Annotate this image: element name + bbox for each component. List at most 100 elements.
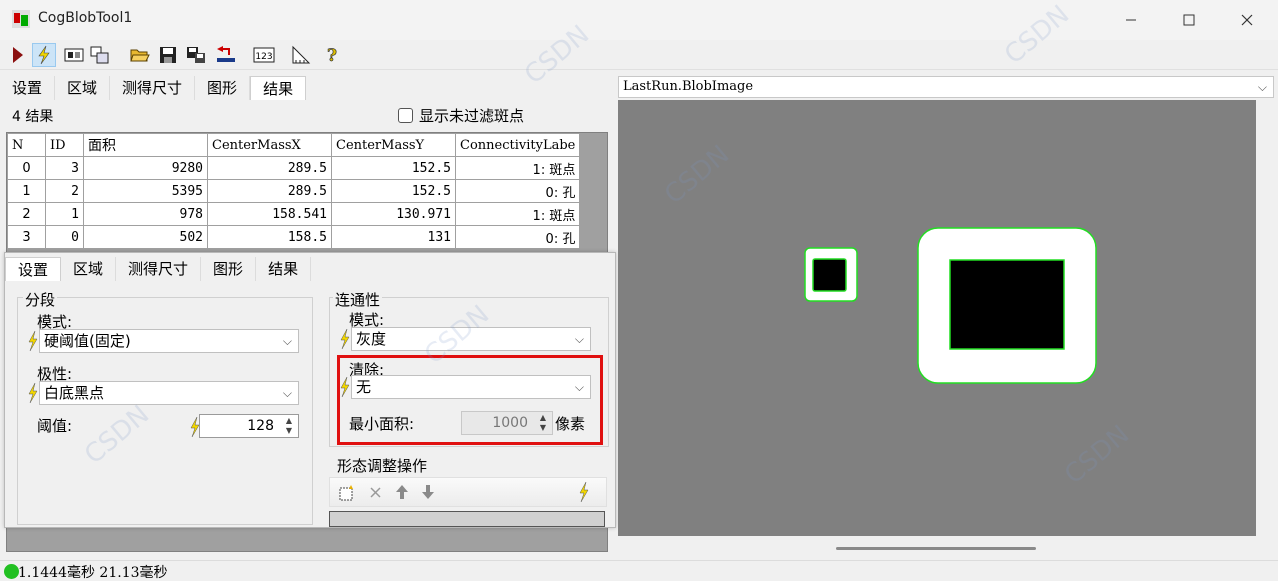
column-header[interactable]: ConnectivityLabe	[454, 133, 581, 157]
ruler-icon	[292, 45, 311, 64]
status-ok-icon	[4, 564, 19, 579]
checkbox-box[interactable]	[398, 108, 413, 123]
maximize-button[interactable]	[1160, 0, 1218, 40]
folder-open-icon	[130, 49, 150, 62]
close-icon	[1241, 14, 1253, 26]
table-cell: 0: 孔	[454, 179, 581, 203]
spin-arrows-icon[interactable]: ▲ ▼	[281, 416, 297, 436]
window-title: CogBlobTool1	[38, 10, 133, 26]
close-button[interactable]	[1218, 0, 1276, 40]
table-row[interactable]: 0 3 9280 289.5 152.5 1: 斑点	[7, 156, 581, 180]
chevron-down-icon: ⌵	[1257, 80, 1267, 94]
panel-tab-results[interactable]: 结果	[256, 257, 312, 281]
image-buffer-value: LastRun.BlobImage	[623, 79, 754, 94]
save-icon	[160, 47, 176, 63]
reset-button[interactable]	[214, 43, 238, 67]
tab-settings[interactable]: 设置	[0, 76, 56, 100]
panel-tab-measurements[interactable]: 测得尺寸	[116, 257, 202, 281]
app-icon	[12, 10, 30, 28]
help-icon: ?	[327, 46, 338, 65]
arrow-up-icon[interactable]	[394, 483, 410, 501]
table-body: 0 3 9280 289.5 152.5 1: 斑点 1 2 5395 289.5 152.5 0: …	[7, 156, 581, 249]
column-header[interactable]: CenterMassX	[207, 133, 332, 157]
table-cell: 978	[83, 202, 208, 226]
table-cell: 5395	[83, 179, 208, 203]
threshold-spinbox[interactable]: 128 ▲ ▼	[199, 414, 299, 438]
table-cell: 289.5	[207, 156, 332, 180]
table-cell: 9280	[83, 156, 208, 180]
arrow-down-icon[interactable]	[420, 483, 436, 501]
run-button[interactable]	[6, 43, 30, 67]
floating-window-button[interactable]	[88, 43, 112, 67]
lightning-icon	[28, 331, 38, 351]
table-cell: 158.5	[207, 225, 332, 249]
result-tabs: 设置 区域 测得尺寸 图形 结果	[0, 76, 307, 100]
measure-button[interactable]	[290, 43, 314, 67]
table-cell: 289.5	[207, 179, 332, 203]
table-cell: 0	[7, 156, 46, 180]
morphology-list[interactable]	[329, 511, 605, 527]
chevron-down-icon: ⌵	[282, 334, 292, 348]
tab-measurements[interactable]: 测得尺寸	[110, 76, 196, 100]
electric-mode-button[interactable]	[32, 43, 56, 67]
table-header-row: N ID 面积 CenterMassX CenterMassY Connecti…	[7, 133, 581, 157]
lightning-icon	[579, 482, 589, 502]
help-button[interactable]: ?	[320, 43, 344, 67]
display-icon	[64, 48, 84, 62]
minimize-icon	[1126, 19, 1136, 21]
panel-tab-region[interactable]: 区域	[61, 257, 117, 281]
settings-panel: 设置 区域 测得尺寸 图形 结果 分段 模式: 硬阈值(固定) ⌵ 极性: 白底…	[4, 252, 616, 528]
numeric-input-button[interactable]: 123	[252, 43, 276, 67]
tab-results[interactable]: 结果	[250, 76, 307, 100]
table-row[interactable]: 2 1 978 158.541 130.971 1: 斑点	[7, 202, 581, 226]
horizontal-scrollbar[interactable]	[618, 538, 1256, 560]
show-unfiltered-checkbox[interactable]: 显示未过滤斑点	[398, 105, 524, 126]
threshold-label: 阈值:	[37, 417, 73, 435]
svg-text:123: 123	[255, 52, 272, 62]
column-header[interactable]: 面积	[83, 133, 208, 157]
seg-mode-value: 硬阈值(固定)	[44, 332, 131, 350]
panel-tab-graphics[interactable]: 图形	[201, 257, 257, 281]
numeric-icon: 123	[253, 47, 275, 63]
open-button[interactable]	[128, 43, 152, 67]
results-table: N ID 面积 CenterMassX CenterMassY Connecti…	[7, 133, 581, 249]
add-operation-icon[interactable]	[338, 484, 356, 502]
panel-tab-settings[interactable]: 设置	[5, 257, 62, 281]
vertical-scrollbar[interactable]	[1256, 100, 1274, 536]
blob-large-hole	[949, 259, 1065, 350]
delete-icon[interactable]	[368, 484, 384, 502]
show-unfiltered-label: 显示未过滤斑点	[419, 107, 525, 125]
image-display[interactable]	[618, 100, 1256, 536]
table-cell: 1	[7, 179, 46, 203]
table-cell: 152.5	[331, 156, 456, 180]
image-display-button[interactable]	[62, 43, 86, 67]
segmentation-title: 分段	[23, 289, 58, 310]
polarity-value: 白底黑点	[44, 384, 105, 402]
status-text: 1.1444毫秒 21.13毫秒	[18, 565, 168, 581]
blob-image	[804, 227, 1097, 384]
minimize-button[interactable]	[1102, 0, 1160, 40]
threshold-value: 128	[247, 418, 274, 434]
column-header[interactable]: N	[7, 133, 46, 157]
tab-graphics[interactable]: 图形	[195, 76, 251, 100]
table-cell: 3	[45, 156, 84, 180]
results-header: 4 结果 显示未过滤斑点	[6, 100, 608, 128]
conn-mode-value: 灰度	[356, 330, 387, 348]
column-header[interactable]: CenterMassY	[331, 133, 456, 157]
table-row[interactable]: 1 2 5395 289.5 152.5 0: 孔	[7, 179, 581, 203]
polarity-select[interactable]: 白底黑点 ⌵	[39, 381, 299, 405]
connectivity-title: 连通性	[333, 289, 383, 310]
column-header[interactable]: ID	[45, 133, 84, 157]
table-cell: 2	[45, 179, 84, 203]
table-cell: 1	[45, 202, 84, 226]
tab-region[interactable]: 区域	[55, 76, 111, 100]
save-as-button[interactable]	[184, 43, 208, 67]
table-row[interactable]: 3 0 502 158.5 131 0: 孔	[7, 225, 581, 249]
scrollbar-thumb[interactable]	[836, 547, 1036, 550]
seg-mode-select[interactable]: 硬阈值(固定) ⌵	[39, 329, 299, 353]
conn-mode-select[interactable]: 灰度 ⌵	[351, 327, 591, 351]
morphology-toolbar	[329, 477, 607, 507]
image-buffer-select[interactable]: LastRun.BlobImage ⌵	[618, 76, 1274, 98]
status-bar: 1.1444毫秒 21.13毫秒	[0, 560, 1278, 581]
save-button[interactable]	[156, 43, 180, 67]
